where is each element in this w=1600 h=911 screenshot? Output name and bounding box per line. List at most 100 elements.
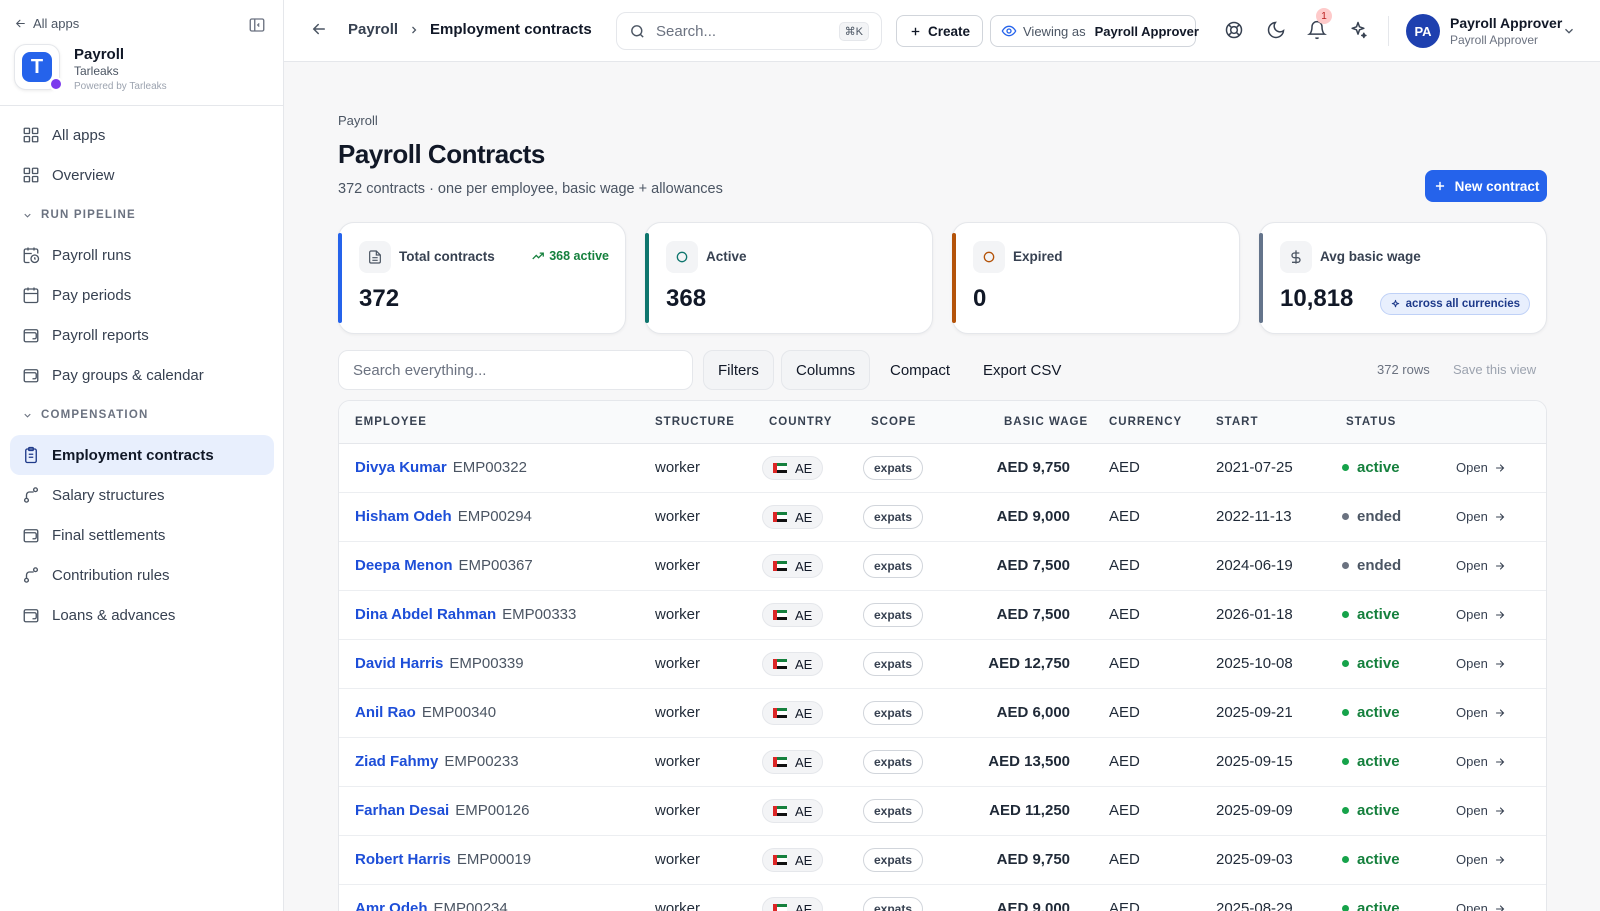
all-apps-back-link[interactable]: All apps: [14, 16, 79, 31]
employee-name-link[interactable]: Deepa Menon: [355, 557, 453, 574]
filters-button[interactable]: Filters: [703, 350, 774, 390]
sidebar-item-pay-groups[interactable]: Pay groups & calendar: [10, 355, 274, 395]
currency-cell: AED: [1109, 508, 1140, 525]
sidebar-item-final-settlements[interactable]: Final settlements: [10, 515, 274, 555]
currency-cell: AED: [1109, 753, 1140, 770]
viewing-role: Payroll Approver: [1094, 23, 1199, 39]
viewing-as-button[interactable]: Viewing as Payroll Approver: [990, 15, 1199, 47]
table-row[interactable]: Ziad Fahmy EMP00233 worker AE expats AED 13,5…: [339, 738, 1546, 787]
column-header-employee[interactable]: EMPLOYEE: [355, 416, 427, 428]
global-search-input[interactable]: Search... ⌘K: [616, 12, 882, 50]
export-csv-button[interactable]: Export CSV: [969, 350, 1075, 390]
back-button[interactable]: [310, 20, 328, 38]
table-row[interactable]: David Harris EMP00339 worker AE expats AED 12…: [339, 640, 1546, 689]
new-contract-button[interactable]: New contract: [1425, 170, 1547, 202]
employee-name-link[interactable]: Dina Abdel Rahman: [355, 606, 496, 623]
open-row-link[interactable]: Open: [1456, 803, 1506, 818]
column-header-status[interactable]: STATUS: [1346, 416, 1396, 428]
column-header-basic-wage[interactable]: BASIC WAGE: [1004, 416, 1088, 428]
user-menu-button[interactable]: [1562, 24, 1576, 38]
open-row-link[interactable]: Open: [1456, 901, 1506, 911]
table-row[interactable]: Farhan Desai EMP00126 worker AE expats AED 11…: [339, 787, 1546, 836]
sidebar-item-employment-contracts[interactable]: Employment contracts: [10, 435, 274, 475]
trending-up-icon: [531, 249, 545, 263]
moon-icon: [1267, 21, 1285, 39]
employee-name-link[interactable]: Amr Odeh: [355, 900, 428, 911]
help-button[interactable]: [1224, 20, 1244, 40]
columns-button[interactable]: Columns: [781, 350, 871, 390]
arrow-right-icon: [1494, 462, 1506, 474]
open-row-link[interactable]: Open: [1456, 460, 1506, 475]
ai-assistant-button[interactable]: [1348, 20, 1368, 40]
save-view-button[interactable]: Save this view: [1453, 362, 1536, 377]
theme-toggle-button[interactable]: [1266, 20, 1286, 40]
employee-name-link[interactable]: Robert Harris: [355, 851, 451, 868]
employee-name-link[interactable]: Divya Kumar: [355, 459, 447, 476]
open-row-link[interactable]: Open: [1456, 705, 1506, 720]
column-header-start[interactable]: START: [1216, 416, 1258, 428]
new-contract-label: New contract: [1454, 178, 1540, 194]
table-row[interactable]: Dina Abdel Rahman EMP00333 worker AE expats A…: [339, 591, 1546, 640]
employee-name-link[interactable]: Anil Rao: [355, 704, 416, 721]
section-run-pipeline[interactable]: RUN PIPELINE: [10, 195, 274, 235]
table-row[interactable]: Anil Rao EMP00340 worker AE expats AED 6,000 A…: [339, 689, 1546, 738]
column-header-currency[interactable]: CURRENCY: [1109, 416, 1182, 428]
table-row[interactable]: Hisham Odeh EMP00294 worker AE expats AED 9,0…: [339, 493, 1546, 542]
column-header-country[interactable]: COUNTRY: [769, 416, 832, 428]
open-row-link[interactable]: Open: [1456, 607, 1506, 622]
status-badge: ended: [1342, 557, 1401, 574]
column-header-structure[interactable]: STRUCTURE: [655, 416, 735, 428]
breadcrumb-item[interactable]: Payroll: [348, 21, 398, 38]
open-row-link[interactable]: Open: [1456, 656, 1506, 671]
start-date-cell: 2021-07-25: [1216, 459, 1293, 476]
open-row-link[interactable]: Open: [1456, 852, 1506, 867]
basic-wage-cell: AED 9,750: [996, 851, 1070, 868]
compact-button[interactable]: Compact: [876, 350, 964, 390]
user-name[interactable]: Payroll Approver: [1450, 15, 1562, 31]
employee-name-link[interactable]: Ziad Fahmy: [355, 753, 438, 770]
country-chip: AE: [762, 554, 824, 578]
table-search-input[interactable]: Search everything...: [338, 350, 693, 390]
table-row[interactable]: Deepa Menon EMP00367 worker AE expats AED 7,5…: [339, 542, 1546, 591]
country-code: AE: [795, 607, 813, 623]
employee-name-link[interactable]: Farhan Desai: [355, 802, 449, 819]
column-header-scope[interactable]: SCOPE: [871, 416, 916, 428]
contracts-table: EMPLOYEE STRUCTURE COUNTRY SCOPE BASIC W…: [338, 400, 1547, 911]
sidebar-item-all-apps[interactable]: All apps: [10, 115, 274, 155]
sidebar-item-pay-periods[interactable]: Pay periods: [10, 275, 274, 315]
sidebar-item-salary-structures[interactable]: Salary structures: [10, 475, 274, 515]
flag-icon: [773, 659, 787, 669]
status-label: active: [1357, 606, 1400, 623]
section-compensation[interactable]: COMPENSATION: [10, 395, 274, 435]
stat-accent-bar: [338, 233, 342, 323]
employee-name-link[interactable]: David Harris: [355, 655, 443, 672]
country-chip: AE: [762, 799, 824, 823]
status-badge: active: [1342, 753, 1400, 770]
sidebar-item-contribution-rules[interactable]: Contribution rules: [10, 555, 274, 595]
employee-id: EMP00233: [444, 753, 519, 770]
stat-label: Avg basic wage: [1320, 249, 1421, 264]
create-button[interactable]: Create: [896, 15, 984, 47]
flag-icon: [773, 757, 787, 767]
currency-cell: AED: [1109, 802, 1140, 819]
stat-card-total: Total contracts 368 active 372: [338, 222, 626, 334]
flag-icon: [773, 463, 787, 473]
scope-chip: expats: [863, 456, 924, 480]
stat-value: 368: [666, 285, 707, 312]
employee-name-link[interactable]: Hisham Odeh: [355, 508, 452, 525]
sidebar-item-payroll-reports[interactable]: Payroll reports: [10, 315, 274, 355]
collapse-sidebar-button[interactable]: [246, 14, 268, 36]
open-row-link[interactable]: Open: [1456, 509, 1506, 524]
sidebar-item-loans-advances[interactable]: Loans & advances: [10, 595, 274, 635]
user-role: Payroll Approver: [1450, 33, 1539, 47]
stat-value: 10,818: [1280, 285, 1354, 312]
table-row[interactable]: Divya Kumar EMP00322 worker AE expats AED 9,7…: [339, 444, 1546, 493]
avatar[interactable]: PA: [1406, 14, 1440, 48]
open-row-link[interactable]: Open: [1456, 754, 1506, 769]
status-label: active: [1357, 802, 1400, 819]
open-row-link[interactable]: Open: [1456, 558, 1506, 573]
table-row[interactable]: Amr Odeh EMP00234 worker AE expats AED 9,000 A…: [339, 885, 1546, 911]
sidebar-item-overview[interactable]: Overview: [10, 155, 274, 195]
sidebar-item-payroll-runs[interactable]: Payroll runs: [10, 235, 274, 275]
table-row[interactable]: Robert Harris EMP00019 worker AE expats AED 9…: [339, 836, 1546, 885]
